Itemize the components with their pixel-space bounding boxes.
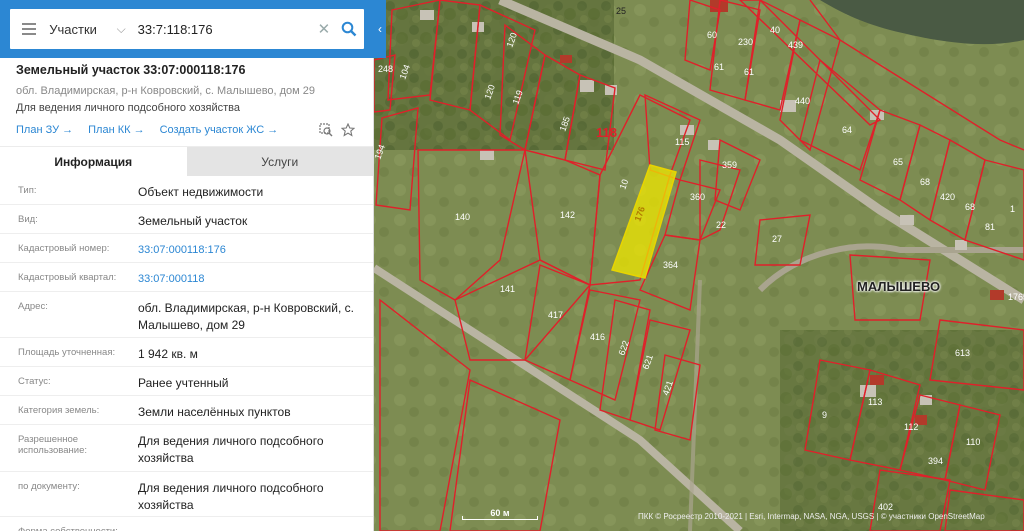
parcel-number-label: 140 xyxy=(455,212,470,222)
clear-icon[interactable]: ✕ xyxy=(314,20,335,38)
info-value: - xyxy=(138,517,373,531)
parcel-number-label: 439 xyxy=(788,40,803,50)
parcel-number-label: 9 xyxy=(822,410,827,420)
parcel-number-label: 440 xyxy=(795,96,810,106)
info-panel: Земельный участок 33:07:000118:176 обл. … xyxy=(0,58,374,531)
info-label: по документу: xyxy=(18,481,80,492)
parcel-number-label: 22 xyxy=(716,220,726,230)
parcel-number-label: 394 xyxy=(928,456,943,466)
parcel-number-label: 417 xyxy=(548,310,563,320)
info-row-area: Площадь уточненная: 1 942 кв. м xyxy=(0,338,373,367)
collapse-panel-button[interactable]: ‹ xyxy=(374,0,386,58)
search-type-select[interactable]: Участки ⌵ xyxy=(47,22,131,37)
info-label: Категория земель: xyxy=(18,405,100,416)
cadastral-number-link[interactable]: 33:07:000118:176 xyxy=(138,234,373,262)
search-box: Участки ⌵ ✕ xyxy=(10,9,364,49)
info-row-kind: Вид: Земельный участок xyxy=(0,205,373,234)
info-label: Площадь уточненная: xyxy=(18,347,116,358)
parcel-number-label: 416 xyxy=(590,332,605,342)
info-rows: Тип: Объект недвижимости Вид: Земельный … xyxy=(0,176,373,531)
scale-line xyxy=(462,516,538,520)
parcel-number-label: 420 xyxy=(940,192,955,202)
parcel-number-label: 61 xyxy=(744,67,754,77)
parcel-number-label: 1 xyxy=(1010,204,1015,214)
plan-kk-link[interactable]: План КК → xyxy=(88,124,144,136)
village-label: МАЛЫШЕВО xyxy=(857,279,941,294)
parcel-number-label: 113 xyxy=(868,397,882,407)
top-label: 25 xyxy=(616,6,626,16)
links-row: План ЗУ → План КК → Создать участок ЖС → xyxy=(16,120,357,140)
search-icon xyxy=(341,21,357,37)
menu-button[interactable] xyxy=(10,9,47,49)
parcel-number-label: 230 xyxy=(738,37,753,47)
parcel-purpose: Для ведения личного подсобного хозяйства xyxy=(16,102,240,114)
info-row-land-category: Категория земель: Земли населённых пункт… xyxy=(0,396,373,425)
parcel-number-label: 61 xyxy=(714,62,724,72)
search-button[interactable] xyxy=(334,9,364,49)
search-type-label: Участки xyxy=(49,21,97,37)
search-input[interactable] xyxy=(131,9,314,49)
info-label: Тип: xyxy=(18,185,37,196)
info-row-type: Тип: Объект недвижимости xyxy=(0,176,373,205)
parcel-number-label: 142 xyxy=(560,210,575,220)
plan-zu-link[interactable]: План ЗУ → xyxy=(16,124,73,136)
parcel-number-label: 81 xyxy=(985,222,995,232)
parcel-number-label: 141 xyxy=(500,284,515,294)
parcel-number-label: 402 xyxy=(878,502,893,512)
parcel-number-label: 64 xyxy=(842,125,852,135)
info-value: 1 942 кв. м xyxy=(138,347,198,361)
info-row-cadastral-number: Кадастровый номер: 33:07:000118:176 xyxy=(0,234,373,263)
parcel-number-label: 115 xyxy=(675,137,689,147)
info-label: Кадастровый номер: xyxy=(18,243,110,254)
parcel-number-label: 60 xyxy=(707,30,717,40)
parcel-number-label: 40 xyxy=(770,25,780,35)
create-zhs-link[interactable]: Создать участок ЖС → xyxy=(160,124,279,136)
info-value: Земли населённых пунктов xyxy=(138,405,291,419)
attribution-text[interactable]: ПКК © Росреестр 2010-2021 | Esri, Interm… xyxy=(638,512,985,521)
info-value: Ранее учтенный xyxy=(138,376,229,390)
block-label: 118 xyxy=(596,125,617,140)
favorite-star-icon[interactable] xyxy=(339,121,357,139)
tab-info[interactable]: Информация xyxy=(0,147,187,176)
parcel-number-label: 364 xyxy=(663,260,678,270)
info-label: Статус: xyxy=(18,376,51,387)
info-value: Для ведения личного подсобного хозяйства xyxy=(138,481,324,512)
info-label: Форма собственности: xyxy=(0,517,138,531)
parcel-number-label: 1765 xyxy=(1008,292,1024,302)
info-row-ownership: Форма собственности: - xyxy=(0,517,373,531)
info-label: Кадастровый квартал: xyxy=(18,272,117,283)
info-value: обл. Владимирская, р-н Ковровский, с. Ма… xyxy=(138,301,354,332)
chevron-down-icon: ⌵ xyxy=(116,21,126,36)
parcel-number-label: 112 xyxy=(904,422,918,432)
parcel-number-label: 68 xyxy=(965,202,975,212)
parcel-address: обл. Владимирская, р-н Ковровский, с. Ма… xyxy=(16,85,316,97)
parcel-number-label: 110 xyxy=(966,437,980,447)
parcel-number-label: 248 xyxy=(378,64,393,74)
panel-tabs: Информация Услуги xyxy=(0,146,373,176)
info-value: Объект недвижимости xyxy=(138,185,264,199)
zoom-to-icon[interactable] xyxy=(317,121,335,139)
info-label: Разрешенное использование: xyxy=(18,434,88,456)
info-row-cadastral-quarter: Кадастровый квартал: 33:07:000118 xyxy=(0,263,373,292)
tab-services[interactable]: Услуги xyxy=(186,147,373,176)
info-label: Вид: xyxy=(18,214,38,225)
scale-bar: 60 м xyxy=(462,508,538,520)
parcel-title: Земельный участок 33:07:000118:176 xyxy=(16,63,246,77)
info-row-status: Статус: Ранее учтенный xyxy=(0,367,373,396)
info-row-permitted-use: Разрешенное использование: Для ведения л… xyxy=(0,425,373,472)
info-label: Адрес: xyxy=(18,301,48,312)
info-value: Земельный участок xyxy=(138,214,248,228)
parcel-number-label: 27 xyxy=(772,234,782,244)
parcel-number-label: 68 xyxy=(920,177,930,187)
parcel-number-label: 613 xyxy=(955,348,970,358)
parcel-number-label: 360 xyxy=(690,192,705,202)
panel-header: Земельный участок 33:07:000118:176 обл. … xyxy=(0,58,373,140)
search-bar: Участки ⌵ ✕ xyxy=(0,0,374,58)
info-row-by-document: по документу: Для ведения личного подсоб… xyxy=(0,472,373,517)
cadastral-quarter-link[interactable]: 33:07:000118 xyxy=(138,263,373,291)
parcel-number-label: 359 xyxy=(722,160,737,170)
info-row-address: Адрес: обл. Владимирская, р-н Ковровский… xyxy=(0,292,373,338)
info-value: Для ведения личного подсобного хозяйства xyxy=(138,434,324,465)
parcel-number-label: 65 xyxy=(893,157,903,167)
